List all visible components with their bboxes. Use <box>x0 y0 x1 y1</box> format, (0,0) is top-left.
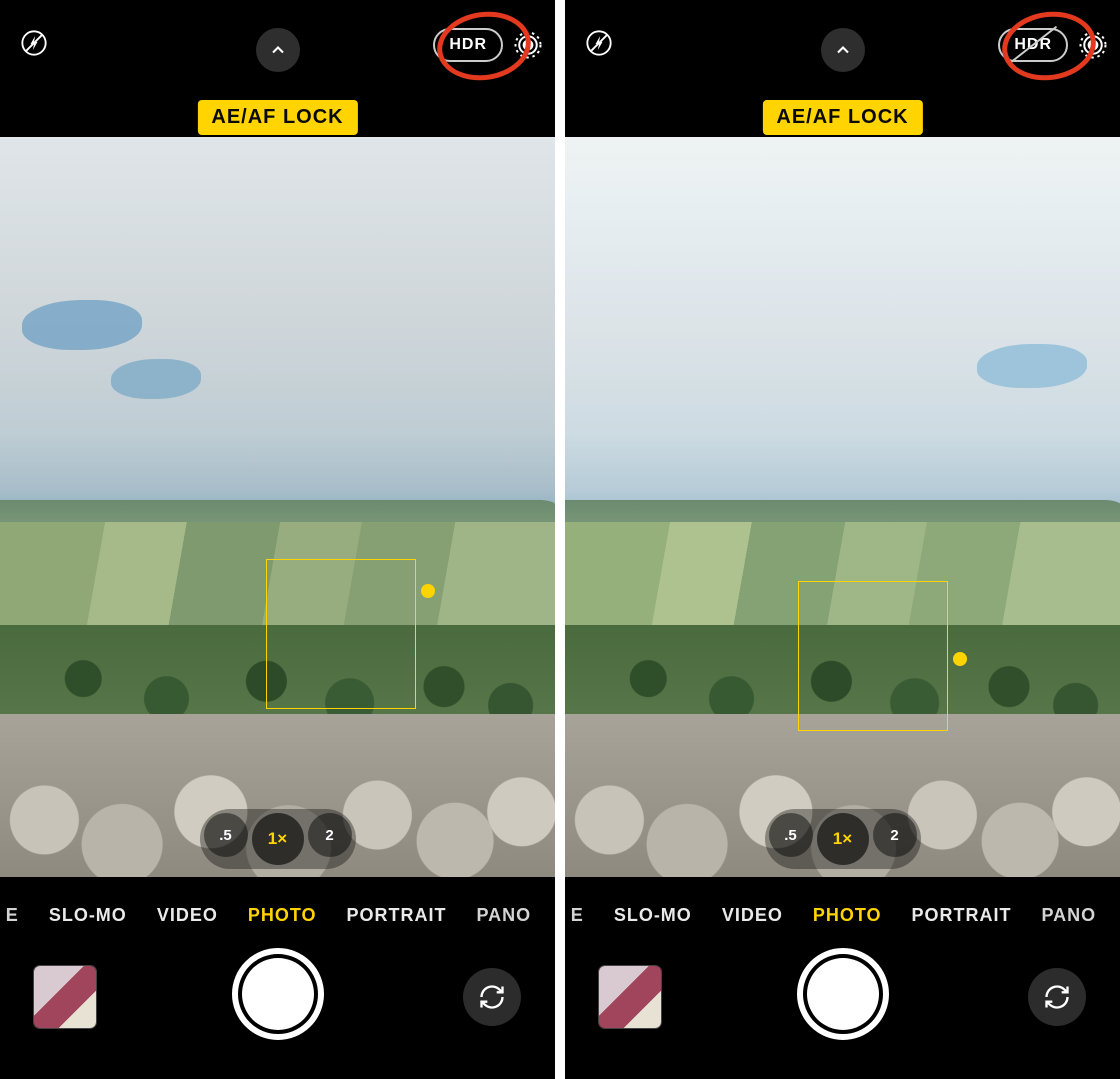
zoom-2x[interactable]: 2 <box>873 813 917 857</box>
hdr-toggle[interactable]: HDR <box>998 28 1068 62</box>
mode-video[interactable]: VIDEO <box>722 905 783 926</box>
live-photo-button[interactable] <box>511 28 545 62</box>
mode-pano[interactable]: PANO <box>477 905 532 926</box>
chevron-up-icon <box>833 40 853 60</box>
flash-button[interactable] <box>14 23 54 63</box>
camera-screen-right: HDR AE/AF LOCK <box>565 0 1120 1079</box>
last-photo-thumbnail[interactable] <box>34 966 96 1028</box>
shutter-button[interactable] <box>232 948 324 1040</box>
viewfinder[interactable]: .5 1× 2 <box>0 137 555 877</box>
top-controls: HDR <box>0 0 555 86</box>
zoom-1x[interactable]: 1× <box>817 813 869 865</box>
mode-strip[interactable]: E SLO-MO VIDEO PHOTO PORTRAIT PANO <box>0 895 555 935</box>
mode-strip[interactable]: E SLO-MO VIDEO PHOTO PORTRAIT PANO <box>565 895 1120 935</box>
camera-switch-button[interactable] <box>463 968 521 1026</box>
zoom-selector: .5 1× 2 <box>765 809 921 869</box>
ae-af-lock-badge: AE/AF LOCK <box>197 100 357 135</box>
mode-edge: E <box>571 905 584 926</box>
camera-switch-button[interactable] <box>1028 968 1086 1026</box>
exposure-slider-dot[interactable] <box>953 652 967 666</box>
live-photo-icon <box>1078 30 1108 60</box>
last-photo-thumbnail[interactable] <box>599 966 661 1028</box>
zoom-2x[interactable]: 2 <box>308 813 352 857</box>
mode-slomo[interactable]: SLO-MO <box>49 905 127 926</box>
bottom-controls <box>0 948 555 1058</box>
hdr-toggle[interactable]: HDR <box>433 28 503 62</box>
focus-indicator <box>266 559 416 709</box>
mode-portrait[interactable]: PORTRAIT <box>347 905 447 926</box>
flash-off-icon <box>585 29 613 57</box>
zoom-1x[interactable]: 1× <box>252 813 304 865</box>
ae-af-lock-badge: AE/AF LOCK <box>762 100 922 135</box>
focus-indicator <box>798 581 948 731</box>
camera-switch-icon <box>478 983 506 1011</box>
shutter-inner <box>807 958 879 1030</box>
camera-screen-left: HDR AE/AF LOCK <box>0 0 555 1079</box>
mode-photo[interactable]: PHOTO <box>248 905 317 926</box>
live-photo-icon <box>513 30 543 60</box>
live-photo-button[interactable] <box>1076 28 1110 62</box>
camera-switch-icon <box>1043 983 1071 1011</box>
shutter-button[interactable] <box>797 948 889 1040</box>
mode-photo[interactable]: PHOTO <box>813 905 882 926</box>
top-controls: HDR <box>565 0 1120 86</box>
hdr-label: HDR <box>449 36 487 54</box>
zoom-0.5x[interactable]: .5 <box>769 813 813 857</box>
mode-pano[interactable]: PANO <box>1042 905 1097 926</box>
flash-button[interactable] <box>579 23 619 63</box>
viewfinder[interactable]: .5 1× 2 <box>565 137 1120 877</box>
mode-portrait[interactable]: PORTRAIT <box>912 905 1012 926</box>
options-chevron[interactable] <box>256 28 300 72</box>
options-chevron[interactable] <box>821 28 865 72</box>
bottom-controls <box>565 948 1120 1058</box>
mode-edge: E <box>6 905 19 926</box>
mode-video[interactable]: VIDEO <box>157 905 218 926</box>
mode-slomo[interactable]: SLO-MO <box>614 905 692 926</box>
zoom-selector: .5 1× 2 <box>200 809 356 869</box>
chevron-up-icon <box>268 40 288 60</box>
shutter-inner <box>242 958 314 1030</box>
flash-off-icon <box>20 29 48 57</box>
zoom-0.5x[interactable]: .5 <box>204 813 248 857</box>
